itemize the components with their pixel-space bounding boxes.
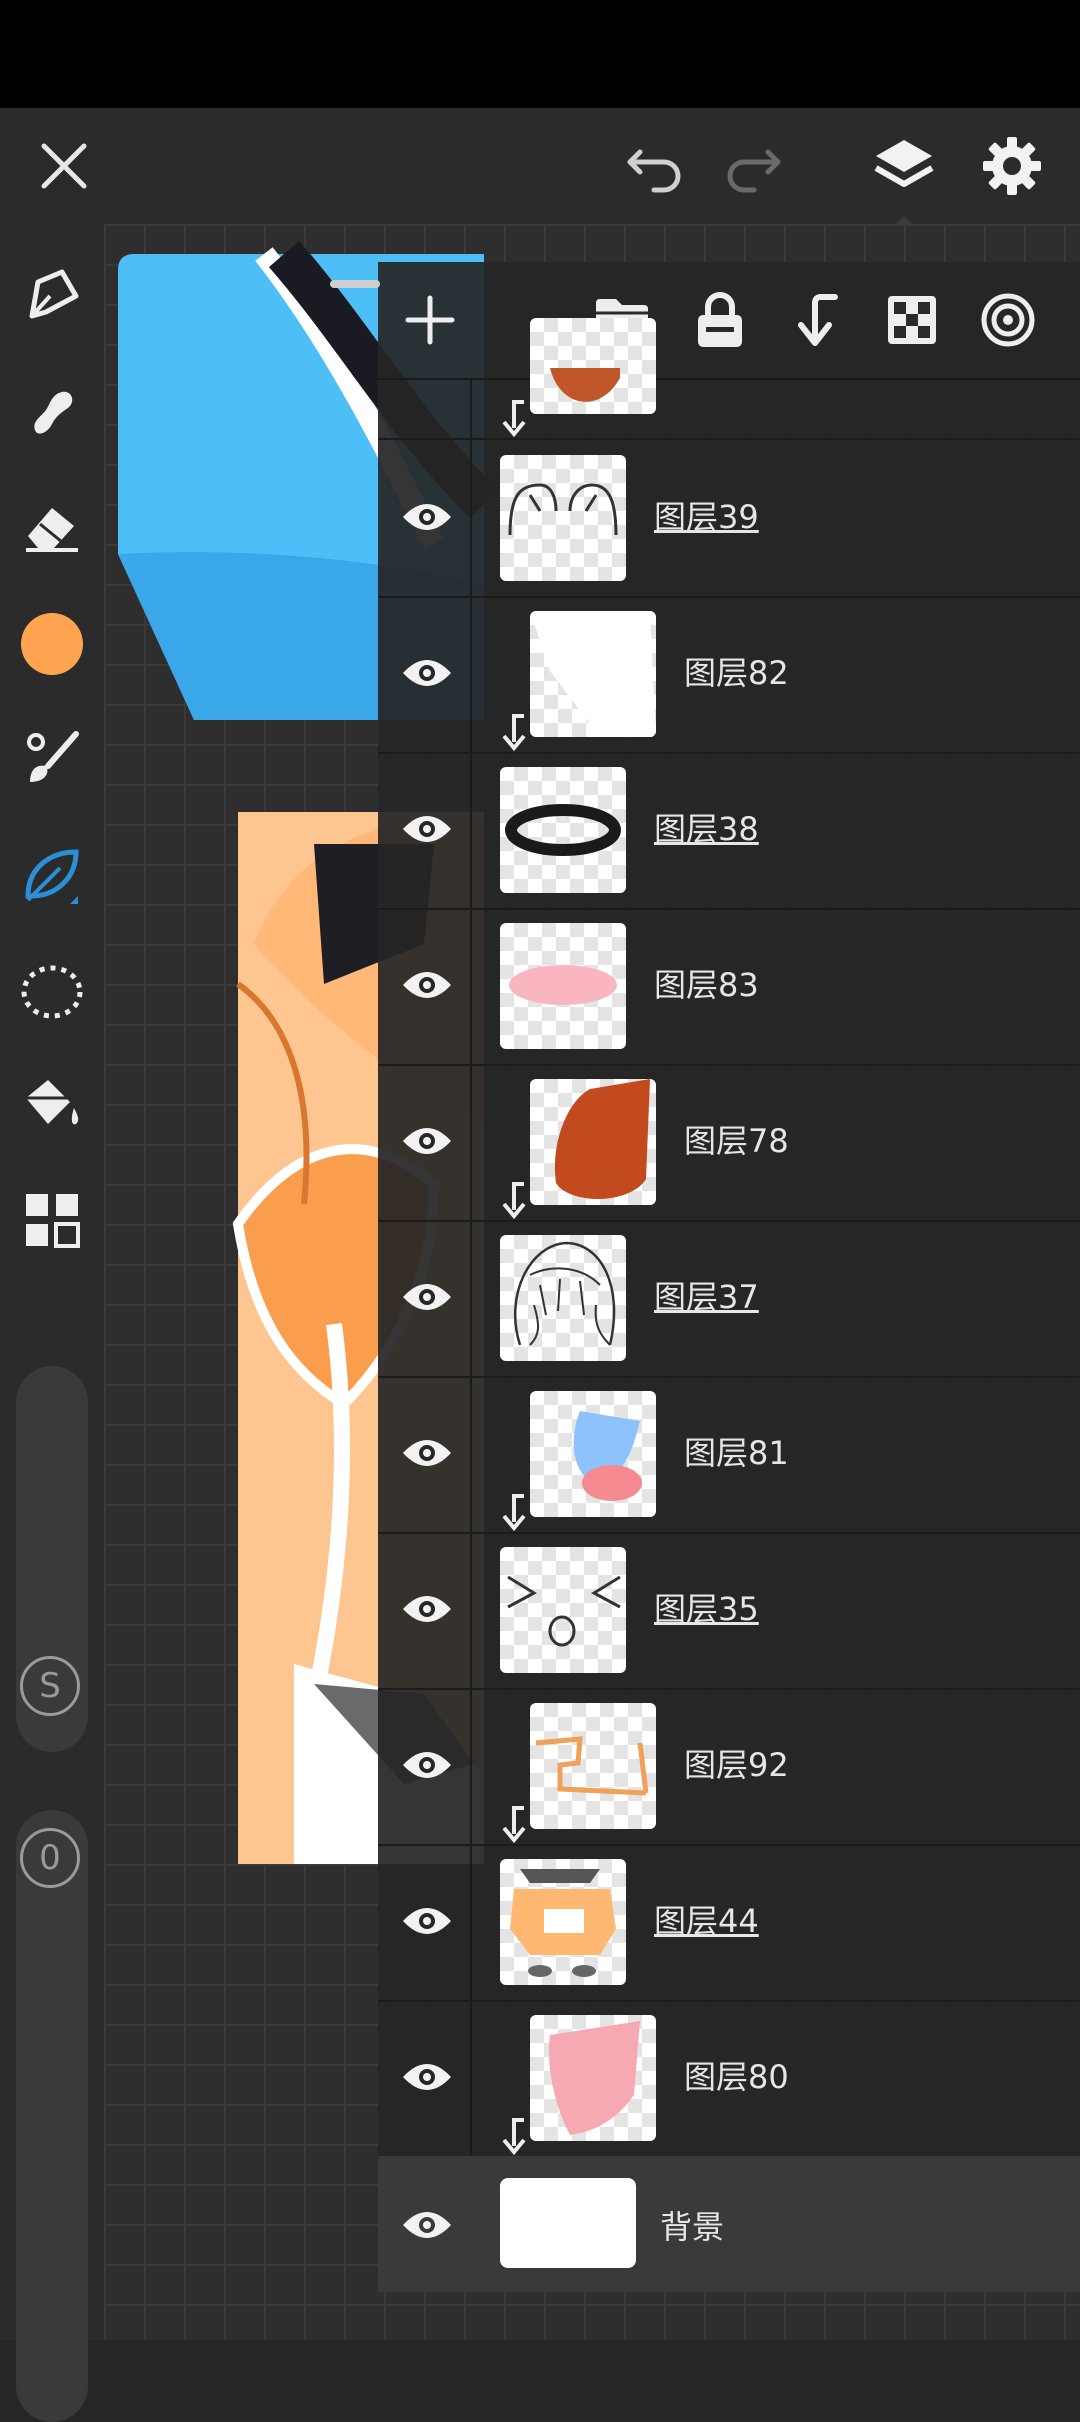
layer-name[interactable]: 图层35: [654, 1584, 759, 1630]
settings-icon[interactable]: [972, 126, 1052, 206]
layer-name[interactable]: 图层78: [684, 1116, 789, 1162]
layer-row[interactable]: 图层81: [378, 1376, 1080, 1534]
layer-thumbnail: [530, 318, 656, 414]
layers-toolbar: [378, 262, 1080, 380]
layer-row[interactable]: 图层37: [378, 1220, 1080, 1378]
redo-icon[interactable]: [712, 126, 792, 206]
clip-arrow-icon: [498, 400, 528, 438]
layer-row-partial[interactable]: [378, 318, 1080, 440]
panel-handle[interactable]: [330, 280, 380, 288]
layer-row[interactable]: 图层82: [378, 596, 1080, 754]
transparency-icon[interactable]: [880, 288, 944, 352]
layer-thumbnail: [500, 455, 626, 581]
layer-name[interactable]: 图层82: [684, 648, 789, 694]
visibility-eye-icon[interactable]: [396, 954, 458, 1016]
layer-name[interactable]: 图层81: [684, 1428, 789, 1474]
brush-size-slider[interactable]: S: [16, 1366, 88, 1752]
tool-sidebar: S 0: [0, 224, 104, 2422]
leaf-brush-icon[interactable]: [12, 836, 92, 916]
layer-name[interactable]: 图层92: [684, 1740, 789, 1786]
visibility-eye-icon[interactable]: [396, 2194, 458, 2256]
grid-icon[interactable]: [12, 1180, 92, 1260]
layer-name[interactable]: 图层44: [654, 1896, 759, 1942]
layers-icon[interactable]: [864, 126, 944, 206]
pen-icon[interactable]: [12, 256, 92, 336]
visibility-eye-icon[interactable]: [396, 1734, 458, 1796]
eraser-icon[interactable]: [12, 486, 92, 566]
clip-arrow-icon: [498, 1182, 528, 1220]
layer-thumbnail: [530, 2015, 656, 2141]
layer-thumbnail: [530, 1079, 656, 1205]
color-swatch[interactable]: [12, 604, 92, 684]
layer-name[interactable]: 图层39: [654, 492, 759, 538]
layer-name[interactable]: 图层38: [654, 804, 759, 850]
layer-row[interactable]: 图层80: [378, 2000, 1080, 2158]
layer-row[interactable]: 图层44: [378, 1844, 1080, 2002]
layer-row[interactable]: 图层92: [378, 1688, 1080, 1846]
layer-name[interactable]: 图层83: [654, 960, 759, 1006]
layer-thumbnail: [500, 1859, 626, 1985]
layer-thumbnail: [530, 1703, 656, 1829]
layer-thumbnail: [500, 1547, 626, 1673]
layer-name[interactable]: 图层37: [654, 1272, 759, 1318]
undo-icon[interactable]: [616, 126, 696, 206]
blend-mode-icon[interactable]: [976, 288, 1040, 352]
background-thumbnail: [500, 2178, 636, 2268]
visibility-eye-icon[interactable]: [396, 642, 458, 704]
visibility-eye-icon[interactable]: [396, 1578, 458, 1640]
layer-row[interactable]: 图层35: [378, 1532, 1080, 1690]
clip-arrow-icon: [498, 1806, 528, 1844]
layer-row[interactable]: 图层39: [378, 440, 1080, 598]
visibility-eye-icon[interactable]: [396, 1422, 458, 1484]
current-color: [21, 613, 83, 675]
opacity-knob[interactable]: 0: [20, 1828, 80, 1888]
visibility-eye-icon[interactable]: [396, 486, 458, 548]
layer-row[interactable]: 图层83: [378, 908, 1080, 1066]
close-icon[interactable]: [24, 126, 104, 206]
layer-thumbnail: [500, 767, 626, 893]
add-layer-icon[interactable]: [398, 288, 462, 352]
size-knob[interactable]: S: [20, 1656, 80, 1716]
smudge-icon[interactable]: [12, 372, 92, 452]
visibility-eye-icon[interactable]: [396, 1110, 458, 1172]
layer-row[interactable]: 图层78: [378, 1064, 1080, 1222]
clip-arrow-icon: [498, 714, 528, 752]
top-toolbar: [0, 108, 1080, 230]
layer-thumbnail: [530, 611, 656, 737]
layer-thumbnail: [530, 1391, 656, 1517]
layer-name[interactable]: 图层80: [684, 2052, 789, 2098]
visibility-eye-icon[interactable]: [396, 2046, 458, 2108]
layer-row[interactable]: 图层38: [378, 752, 1080, 910]
layer-thumbnail: [500, 1235, 626, 1361]
clip-arrow-icon: [498, 1494, 528, 1532]
layer-name[interactable]: 背景: [660, 2202, 724, 2248]
merge-down-icon[interactable]: [784, 288, 848, 352]
clip-arrow-icon: [498, 2118, 528, 2156]
layers-panel: 图层39 图层82 图层38 图层83 图层78 图层37 图层81 图层35 …: [330, 262, 1080, 2292]
brush-icon[interactable]: [12, 718, 92, 798]
fill-bucket-icon[interactable]: [12, 1064, 92, 1144]
status-bar: [0, 0, 1080, 108]
lasso-icon[interactable]: [12, 950, 92, 1030]
layer-thumbnail: [500, 923, 626, 1049]
visibility-eye-icon[interactable]: [396, 1890, 458, 1952]
opacity-slider[interactable]: 0: [16, 1810, 88, 2422]
lock-icon[interactable]: [688, 288, 752, 352]
visibility-eye-icon[interactable]: [396, 798, 458, 860]
visibility-eye-icon[interactable]: [396, 1266, 458, 1328]
layer-row-background[interactable]: 背景: [378, 2156, 1080, 2292]
